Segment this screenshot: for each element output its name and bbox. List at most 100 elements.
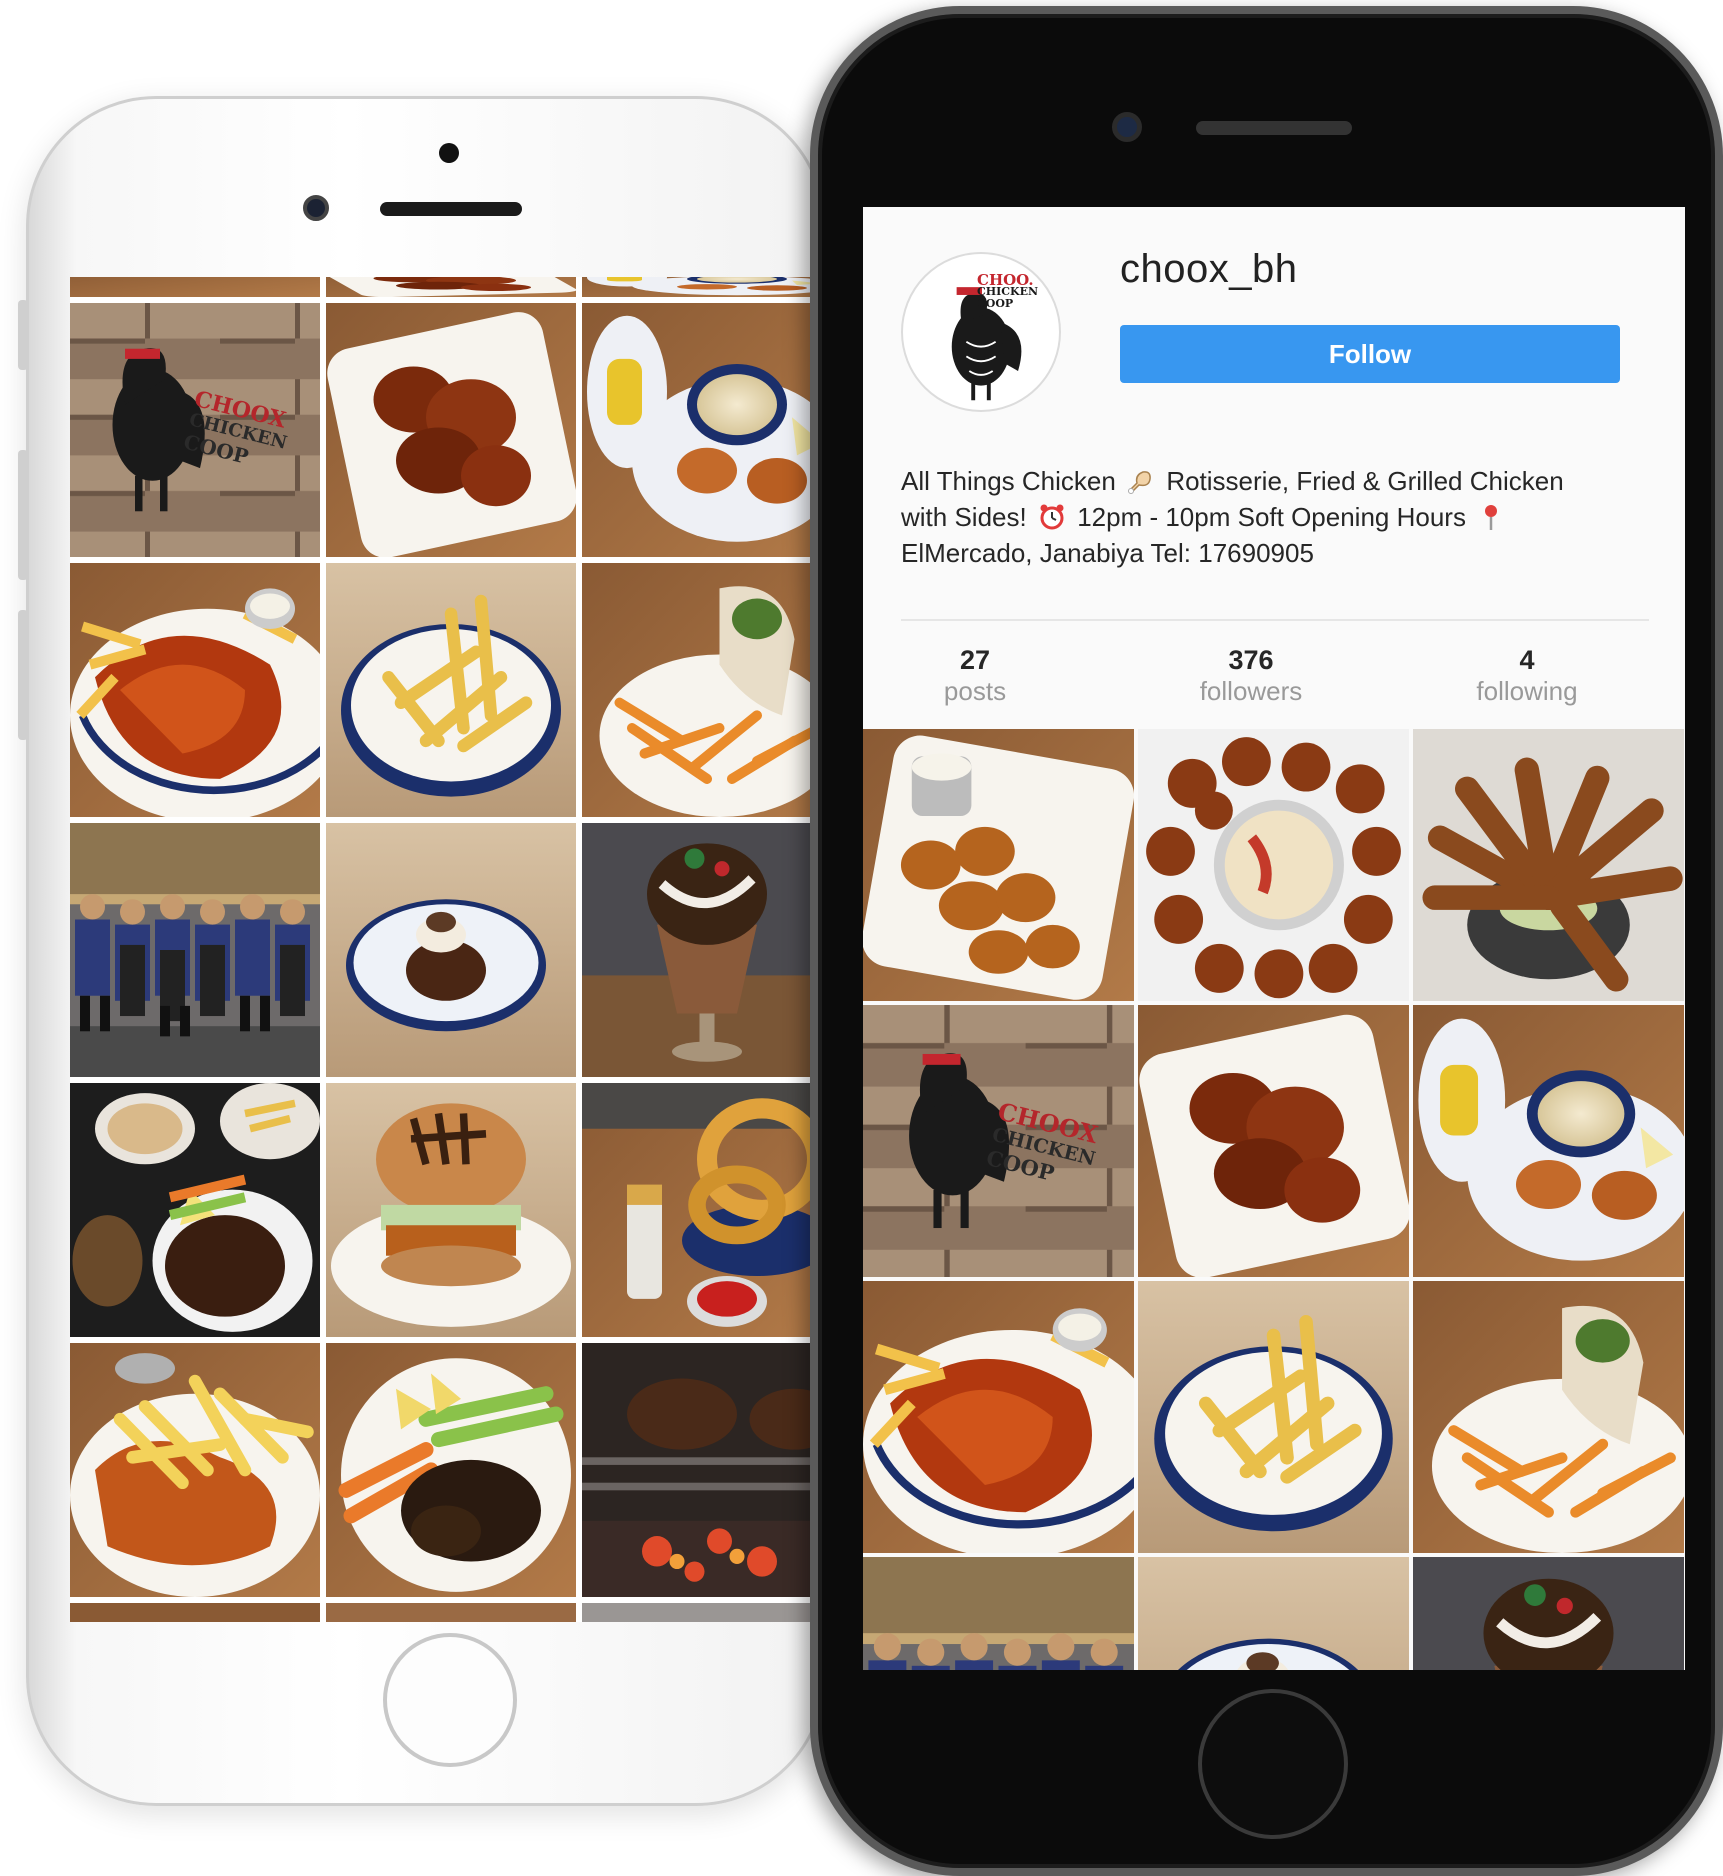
photo-tile-partial[interactable] xyxy=(326,277,576,297)
photo-tile-chicken-sticks[interactable] xyxy=(1413,729,1684,1001)
front-phone-front-camera xyxy=(1112,112,1142,142)
photo-tile-partial[interactable] xyxy=(70,277,320,297)
rotisserie-fire-image xyxy=(582,1343,812,1597)
bio-line-3: ElMercado, Janabiya Tel: 17690905 xyxy=(901,538,1314,568)
stat-posts[interactable]: 27 posts xyxy=(875,643,1075,705)
wrap-fries-image xyxy=(582,563,812,817)
staff-group-image xyxy=(70,823,320,1077)
location-pin-icon xyxy=(1485,505,1498,530)
front-phone-home-button[interactable] xyxy=(1198,1689,1348,1839)
photo-fried-image xyxy=(326,277,576,297)
corn-platter-image xyxy=(1413,1005,1684,1277)
photo-tile-staff-group[interactable] xyxy=(70,823,320,1077)
profile-photo-grid: CHOOX CHICKEN COOP xyxy=(863,729,1684,1670)
onion-rings-image xyxy=(582,1083,812,1337)
popcorn-chicken-image xyxy=(1138,729,1409,1001)
photo-tile-partial[interactable] xyxy=(70,1603,320,1622)
back-phone-volume-down xyxy=(18,610,28,740)
photo-tile-partial[interactable] xyxy=(582,277,812,297)
bio-line-2: with Sides! 12pm - 10pm Soft Opening Hou… xyxy=(901,499,1641,535)
photo-grid: CHOOX CHICKEN COOP xyxy=(70,277,812,1622)
photo-tile-corn-platter[interactable] xyxy=(582,303,812,557)
back-phone-front-camera xyxy=(303,195,329,221)
staff-group-image xyxy=(863,1557,1134,1670)
stat-following[interactable]: 4 following xyxy=(1427,643,1627,705)
bio-line-1: All Things Chicken Rotisserie, Fried & G… xyxy=(901,463,1641,499)
photo-tile-burger[interactable] xyxy=(326,1083,576,1337)
front-phone-screen-profile: CHOO. CHICKEN COOP choox_bh Follow All T… xyxy=(863,207,1685,1670)
back-phone-volume-up xyxy=(18,450,28,580)
photo-tile-grilled-chicken[interactable] xyxy=(326,1343,576,1597)
bio-text: All Things Chicken xyxy=(901,466,1116,496)
photo-tile-glazed-wings[interactable] xyxy=(326,303,576,557)
wrap-fries-image xyxy=(1413,1281,1684,1553)
stat-following-label: following xyxy=(1476,676,1578,706)
burger-image xyxy=(326,1083,576,1337)
photo-tile-chocolate-cake[interactable] xyxy=(1138,1557,1409,1670)
photo-tile-popcorn-chicken[interactable] xyxy=(1138,729,1409,1001)
photo-partial-image xyxy=(70,1603,320,1622)
stat-posts-value: 27 xyxy=(959,645,991,675)
profile-avatar[interactable]: CHOO. CHICKEN COOP xyxy=(901,252,1061,412)
photo-tile-wrap-fries[interactable] xyxy=(582,563,812,817)
photo-tile-partial[interactable] xyxy=(582,1603,812,1622)
follow-button[interactable]: Follow xyxy=(1120,325,1620,383)
photo-tile-cheesy-fries[interactable] xyxy=(70,1343,320,1597)
rotisserie-platter-image xyxy=(70,1083,320,1337)
photo-tile-staff-group[interactable] xyxy=(863,1557,1134,1670)
photo-tile-chocolate-cake[interactable] xyxy=(326,823,576,1077)
photo-tile-spicy-tenders[interactable] xyxy=(863,1281,1134,1553)
stat-posts-label: posts xyxy=(943,676,1007,706)
back-phone-screen-photo-grid[interactable]: CHOOX CHICKEN COOP xyxy=(70,277,812,1622)
back-phone-sensor xyxy=(439,143,459,163)
bio-text: 12pm - 10pm Soft Opening Hours xyxy=(1077,502,1466,532)
nuggets-image xyxy=(863,729,1134,1001)
photo-tile-restaurant-sign[interactable]: CHOOX CHICKEN COOP xyxy=(863,1005,1134,1277)
photo-tile-glazed-wings[interactable] xyxy=(1138,1005,1409,1277)
photo-tile-milkshake[interactable] xyxy=(582,823,812,1077)
back-phone-speaker xyxy=(380,202,522,216)
photo-tile-milkshake[interactable] xyxy=(1413,1557,1684,1670)
photo-tile-onion-rings[interactable] xyxy=(582,1083,812,1337)
crinkle-fries-image xyxy=(1138,1281,1409,1553)
photo-tile-wrap-fries[interactable] xyxy=(1413,1281,1684,1553)
milkshake-image xyxy=(1413,1557,1684,1670)
photo-tile-rotisserie-fire[interactable] xyxy=(582,1343,812,1597)
stat-following-value: 4 xyxy=(1519,645,1535,675)
photo-tile-partial[interactable] xyxy=(326,1603,576,1622)
back-phone-home-button[interactable] xyxy=(383,1633,517,1767)
photo-tile-crinkle-fries[interactable] xyxy=(326,563,576,817)
stat-followers[interactable]: 376 followers xyxy=(1151,643,1351,705)
bio-text: Rotisserie, Fried & Grilled Chicken xyxy=(1166,466,1564,496)
profile-header: CHOO. CHICKEN COOP choox_bh Follow All T… xyxy=(863,207,1685,727)
photo-partial-image xyxy=(326,1603,576,1622)
profile-username: choox_bh xyxy=(1120,247,1298,291)
chocolate-cake-image xyxy=(1138,1557,1409,1670)
cheesy-fries-image xyxy=(70,1343,320,1597)
crinkle-fries-image xyxy=(326,563,576,817)
stat-followers-label: followers xyxy=(1199,676,1303,706)
photo-tile-corn-platter[interactable] xyxy=(1413,1005,1684,1277)
front-phone-speaker xyxy=(1196,121,1352,135)
milkshake-image xyxy=(582,823,812,1077)
profile-bio: All Things Chicken Rotisserie, Fried & G… xyxy=(901,463,1641,571)
glazed-wings-image xyxy=(1138,1005,1409,1277)
photo-tile-crinkle-fries[interactable] xyxy=(1138,1281,1409,1553)
corn-platter-image xyxy=(582,303,812,557)
photo-partial-image xyxy=(582,1603,812,1622)
back-phone-mute-switch xyxy=(18,300,28,370)
photo-tile-nuggets[interactable] xyxy=(863,729,1134,1001)
stat-followers-value: 376 xyxy=(1228,645,1274,675)
grilled-chicken-image xyxy=(326,1343,576,1597)
photo-strip-image xyxy=(70,277,320,297)
spicy-tenders-image xyxy=(863,1281,1134,1553)
alarm-clock-icon xyxy=(1040,504,1064,530)
avatar-text-line-3: COOP xyxy=(977,297,1014,310)
spicy-tenders-image xyxy=(70,563,320,817)
stats-divider xyxy=(901,619,1649,621)
photo-tile-spicy-tenders[interactable] xyxy=(70,563,320,817)
chicken-sticks-image xyxy=(1413,729,1684,1001)
avatar-logo-text: CHOO. CHICKEN COOP xyxy=(977,273,1038,310)
photo-tile-restaurant-sign[interactable]: CHOOX CHICKEN COOP xyxy=(70,303,320,557)
photo-tile-rotisserie-platter[interactable] xyxy=(70,1083,320,1337)
